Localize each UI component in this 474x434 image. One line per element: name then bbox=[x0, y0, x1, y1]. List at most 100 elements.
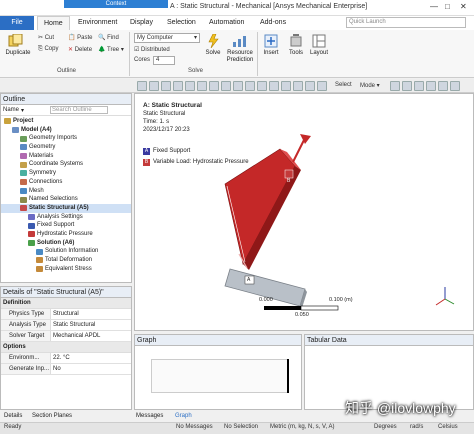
tree-item[interactable]: Total Deformation bbox=[1, 256, 131, 265]
details-row[interactable]: Solver Target Mechanical APDL bbox=[1, 331, 131, 342]
ribbon-separator bbox=[257, 32, 258, 76]
tree-item[interactable]: Fixed Support bbox=[1, 221, 131, 230]
toolbar-icon[interactable] bbox=[426, 81, 436, 91]
tree-item[interactable]: Project bbox=[1, 117, 131, 126]
model-geometry[interactable] bbox=[135, 94, 473, 330]
toolbar-icon[interactable] bbox=[233, 81, 243, 91]
status-selection: No Selection bbox=[224, 424, 259, 430]
select-button[interactable]: Select bbox=[335, 82, 352, 88]
cores-input[interactable]: 4 bbox=[153, 56, 175, 65]
tree-item[interactable]: Named Selections bbox=[1, 195, 131, 204]
tab-home[interactable]: Home bbox=[37, 16, 70, 30]
tree-item[interactable]: Mesh bbox=[1, 187, 131, 196]
tree-item[interactable]: Geometry Imports bbox=[1, 134, 131, 143]
toolbar-icon[interactable] bbox=[402, 81, 412, 91]
details-key: Analysis Type bbox=[1, 320, 51, 330]
details-value[interactable]: Mechanical APDL bbox=[51, 331, 131, 341]
cut-label: Cut bbox=[44, 35, 55, 41]
paste-button[interactable]: 📋 Paste bbox=[68, 34, 92, 41]
toolbar-icon[interactable] bbox=[245, 81, 255, 91]
tab-environment[interactable]: Environment bbox=[72, 16, 123, 30]
close-button[interactable]: ✕ bbox=[460, 2, 467, 11]
tree-item[interactable]: Solution Information bbox=[1, 247, 131, 256]
toolbar-icon[interactable] bbox=[185, 81, 195, 91]
details-row[interactable]: Analysis Type Static Structural bbox=[1, 320, 131, 331]
tree-item[interactable]: Model (A4) bbox=[1, 126, 131, 135]
tree-item[interactable]: Hydrostatic Pressure bbox=[1, 230, 131, 239]
status-messages[interactable]: No Messages bbox=[176, 424, 213, 430]
insert-icon bbox=[264, 34, 278, 48]
tree-item[interactable]: Coordinate Systems bbox=[1, 160, 131, 169]
status-rads[interactable]: rad/s bbox=[410, 424, 423, 430]
status-units[interactable]: Metric (m, kg, N, s, V, A) bbox=[270, 424, 334, 430]
details-value[interactable]: No bbox=[51, 364, 131, 374]
tree-item[interactable]: Equivalent Stress bbox=[1, 265, 131, 274]
toolbar-icon[interactable] bbox=[450, 81, 460, 91]
toolbar-icon[interactable] bbox=[305, 81, 315, 91]
toolbar-icon[interactable] bbox=[149, 81, 159, 91]
toolbar-icon[interactable] bbox=[209, 81, 219, 91]
find-button[interactable]: 🔍 Find bbox=[98, 34, 119, 41]
toolbar-icon[interactable] bbox=[281, 81, 291, 91]
details-section-options[interactable]: Options bbox=[1, 342, 131, 353]
toolbar-icon[interactable] bbox=[173, 81, 183, 91]
quick-launch-input[interactable]: Quick Launch bbox=[346, 17, 466, 28]
tree-button[interactable]: 🌲 Tree ▾ bbox=[98, 46, 124, 53]
outline-filter-bar: Name ▾ Search Outline bbox=[1, 105, 131, 116]
status-degrees[interactable]: Degrees bbox=[374, 424, 397, 430]
details-value[interactable]: Static Structural bbox=[51, 320, 131, 330]
layout-button[interactable]: Layout bbox=[307, 50, 331, 56]
toolbar-icon[interactable] bbox=[438, 81, 448, 91]
toolbar-icon[interactable] bbox=[197, 81, 207, 91]
tools-button[interactable]: Tools bbox=[285, 50, 307, 56]
toolbar-icon[interactable] bbox=[293, 81, 303, 91]
details-row[interactable]: Physics Type Structural bbox=[1, 309, 131, 320]
tree-item[interactable]: Symmetry bbox=[1, 169, 131, 178]
toolbar-icon[interactable] bbox=[137, 81, 147, 91]
toolbar-icon[interactable] bbox=[269, 81, 279, 91]
tab-addons[interactable]: Add-ons bbox=[254, 16, 292, 30]
tree-item[interactable]: Geometry bbox=[1, 143, 131, 152]
tree-item[interactable]: Solution (A6) bbox=[1, 239, 131, 248]
maximize-button[interactable]: □ bbox=[445, 2, 450, 11]
resource-prediction-button[interactable]: Resource Prediction bbox=[222, 50, 258, 64]
tab-section-planes[interactable]: Section Planes bbox=[32, 411, 72, 421]
toolbar-icon[interactable] bbox=[317, 81, 327, 91]
context-tab[interactable]: Context bbox=[64, 0, 168, 8]
insert-button[interactable]: Insert bbox=[259, 50, 283, 56]
duplicate-button[interactable]: Duplicate bbox=[3, 50, 33, 56]
toolbar-icon[interactable] bbox=[257, 81, 267, 91]
copy-button[interactable]: ⎘ Copy bbox=[38, 46, 58, 53]
tab-details[interactable]: Details bbox=[4, 411, 22, 421]
graph-area[interactable] bbox=[151, 359, 289, 393]
toolbar-icon[interactable] bbox=[221, 81, 231, 91]
toolbar-icon[interactable] bbox=[414, 81, 424, 91]
minimize-button[interactable]: — bbox=[430, 2, 438, 11]
outline-search-input[interactable]: Search Outline bbox=[50, 106, 109, 114]
graphics-viewport[interactable]: A: Static Structural Static Structural T… bbox=[134, 93, 474, 331]
tab-selection[interactable]: Selection bbox=[161, 16, 202, 30]
details-value[interactable]: Structural bbox=[51, 309, 131, 319]
tab-automation[interactable]: Automation bbox=[203, 16, 250, 30]
computer-select[interactable]: My Computer ▾ bbox=[134, 33, 200, 43]
cut-button[interactable]: ✂ Cut bbox=[38, 34, 54, 41]
details-value[interactable]: 22. °C bbox=[51, 353, 131, 363]
mode-dropdown[interactable]: Mode ▾ bbox=[360, 82, 380, 89]
tab-file[interactable]: File bbox=[0, 16, 34, 30]
tab-display[interactable]: Display bbox=[124, 16, 159, 30]
tree-item[interactable]: Static Structural (A5) bbox=[1, 203, 131, 213]
tab-graph[interactable]: Graph bbox=[175, 411, 192, 421]
tree-item[interactable]: Analysis Settings bbox=[1, 213, 131, 222]
tree-item[interactable]: Materials bbox=[1, 152, 131, 161]
distributed-checkbox[interactable]: ☑ Distributed bbox=[134, 46, 170, 53]
delete-button[interactable]: ✕ Delete bbox=[68, 46, 92, 53]
toolbar-icon[interactable] bbox=[161, 81, 171, 91]
details-row[interactable]: Environm... 22. °C bbox=[1, 353, 131, 364]
details-section-definition[interactable]: Definition bbox=[1, 298, 131, 309]
toolbar-icon[interactable] bbox=[390, 81, 400, 91]
details-row[interactable]: Generate Inp... No bbox=[1, 364, 131, 375]
outline-name-label[interactable]: Name bbox=[3, 107, 19, 113]
status-celsius[interactable]: Celsius bbox=[438, 424, 458, 430]
tree-item[interactable]: Connections bbox=[1, 178, 131, 187]
tab-messages[interactable]: Messages bbox=[136, 411, 163, 421]
